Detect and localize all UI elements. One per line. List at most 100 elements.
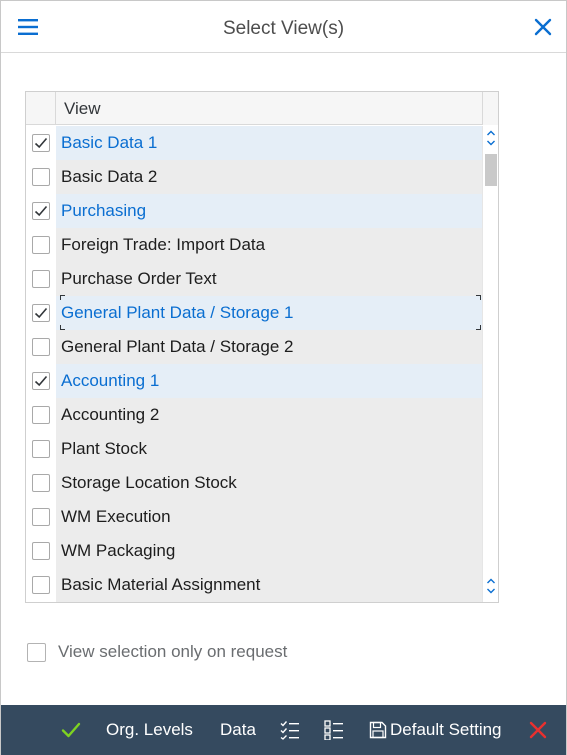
view-checkbox[interactable]	[32, 270, 50, 288]
view-label-cell[interactable]: Basic Data 1	[56, 126, 482, 160]
view-row[interactable]: Plant Stock	[26, 432, 482, 466]
data-button[interactable]: Data	[220, 705, 256, 755]
deselect-all-icon	[324, 720, 344, 740]
view-checkbox[interactable]	[32, 134, 50, 152]
view-checkbox[interactable]	[32, 406, 50, 424]
scroll-down-icon[interactable]	[486, 576, 496, 598]
view-row[interactable]: Purchase Order Text	[26, 262, 482, 296]
view-label: WM Execution	[61, 507, 171, 526]
view-checkbox[interactable]	[32, 542, 50, 560]
dialog-header: Select View(s)	[1, 1, 566, 53]
save-icon	[369, 721, 387, 739]
views-table: View Basic Data 1 Basic Data 2 Purchasing F…	[25, 91, 499, 603]
view-label: Accounting 2	[61, 405, 160, 424]
view-row[interactable]: Storage Location Stock	[26, 466, 482, 500]
select-all-button[interactable]	[280, 705, 300, 755]
view-row[interactable]: Basic Data 1	[26, 126, 482, 160]
view-label: General Plant Data / Storage 1	[61, 303, 294, 322]
view-row[interactable]: Accounting 1	[26, 364, 482, 398]
view-checkbox[interactable]	[32, 304, 50, 322]
row-selector-cell	[26, 500, 56, 534]
views-list: Basic Data 1 Basic Data 2 Purchasing Foreig…	[26, 126, 482, 602]
row-selector-cell	[26, 160, 56, 194]
vertical-scrollbar[interactable]	[482, 126, 498, 602]
dialog-title: Select View(s)	[222, 18, 345, 39]
checkmark-icon	[61, 721, 81, 739]
cancel-icon	[529, 721, 547, 739]
default-setting-button[interactable]: Default Setting	[369, 705, 502, 755]
table-header: View	[26, 92, 498, 125]
view-label: Purchasing	[61, 201, 147, 220]
view-row[interactable]: WM Execution	[26, 500, 482, 534]
view-label: General Plant Data / Storage 2	[61, 337, 294, 356]
view-checkbox[interactable]	[32, 338, 50, 356]
selection-column-header[interactable]	[26, 92, 56, 125]
view-label: Foreign Trade: Import Data	[61, 235, 266, 254]
view-checkbox[interactable]	[32, 372, 50, 390]
view-checkbox[interactable]	[32, 576, 50, 594]
org-levels-button[interactable]: Org. Levels	[106, 705, 193, 755]
row-selector-cell	[26, 194, 56, 228]
view-row[interactable]: Purchasing	[26, 194, 482, 228]
default-setting-label: Default Setting	[390, 720, 502, 739]
scroll-up-icon[interactable]	[486, 128, 496, 150]
view-label-cell[interactable]: Storage Location Stock	[56, 466, 482, 500]
view-label: Accounting 1	[61, 371, 160, 390]
view-label: Basic Material Assignment	[61, 575, 261, 594]
view-label: Purchase Order Text	[61, 269, 217, 288]
view-label-cell[interactable]: General Plant Data / Storage 2	[56, 330, 482, 364]
select-all-icon	[280, 720, 300, 740]
view-label-cell[interactable]: Accounting 1	[56, 364, 482, 398]
view-row[interactable]: Basic Material Assignment	[26, 568, 482, 602]
view-label-cell[interactable]: Foreign Trade: Import Data	[56, 228, 482, 262]
row-selector-cell	[26, 568, 56, 602]
view-checkbox[interactable]	[32, 440, 50, 458]
view-checkbox[interactable]	[32, 474, 50, 492]
deselect-all-button[interactable]	[324, 705, 344, 755]
view-label-cell[interactable]: Basic Data 2	[56, 160, 482, 194]
view-label-cell[interactable]: General Plant Data / Storage 1	[56, 296, 482, 330]
view-selection-on-request-checkbox[interactable]	[27, 643, 46, 662]
scrollbar-thumb[interactable]	[485, 154, 497, 186]
view-row[interactable]: WM Packaging	[26, 534, 482, 568]
view-label-cell[interactable]: WM Execution	[56, 500, 482, 534]
row-selector-cell	[26, 364, 56, 398]
dialog-footer-toolbar: Org. Levels Data Default Setting	[1, 705, 566, 755]
view-checkbox[interactable]	[32, 236, 50, 254]
view-label: Plant Stock	[61, 439, 147, 458]
view-label: Storage Location Stock	[61, 473, 237, 492]
row-selector-cell	[26, 398, 56, 432]
view-label: WM Packaging	[61, 541, 176, 560]
view-checkbox[interactable]	[32, 168, 50, 186]
view-label-cell[interactable]: Purchasing	[56, 194, 482, 228]
view-row[interactable]: Foreign Trade: Import Data	[26, 228, 482, 262]
row-selector-cell	[26, 432, 56, 466]
view-row[interactable]: General Plant Data / Storage 2	[26, 330, 482, 364]
view-row[interactable]: Basic Data 2	[26, 160, 482, 194]
row-selector-cell	[26, 262, 56, 296]
row-selector-cell	[26, 534, 56, 568]
view-label-cell[interactable]: Accounting 2	[56, 398, 482, 432]
row-selector-cell	[26, 330, 56, 364]
select-views-dialog: Select View(s) View Basic Data 1 Basic Da…	[0, 0, 567, 755]
confirm-button[interactable]	[61, 705, 81, 755]
cancel-button[interactable]	[529, 705, 547, 755]
row-selector-cell	[26, 296, 56, 330]
view-label: Basic Data 2	[61, 167, 158, 186]
view-row[interactable]: General Plant Data / Storage 1	[26, 295, 482, 330]
view-label-cell[interactable]: Plant Stock	[56, 432, 482, 466]
view-label-cell[interactable]: WM Packaging	[56, 534, 482, 568]
row-selector-cell	[26, 228, 56, 262]
view-checkbox[interactable]	[32, 202, 50, 220]
view-label-cell[interactable]: Basic Material Assignment	[56, 568, 482, 602]
scrollbar-header	[482, 92, 498, 125]
view-label: Basic Data 1	[61, 133, 158, 152]
view-selection-on-request-label: View selection only on request	[58, 642, 288, 661]
view-label-cell[interactable]: Purchase Order Text	[56, 262, 482, 296]
row-selector-cell	[26, 466, 56, 500]
row-selector-cell	[26, 126, 56, 160]
view-checkbox[interactable]	[32, 508, 50, 526]
view-column-header: View	[64, 99, 101, 118]
close-icon[interactable]	[534, 18, 552, 36]
view-row[interactable]: Accounting 2	[26, 398, 482, 432]
